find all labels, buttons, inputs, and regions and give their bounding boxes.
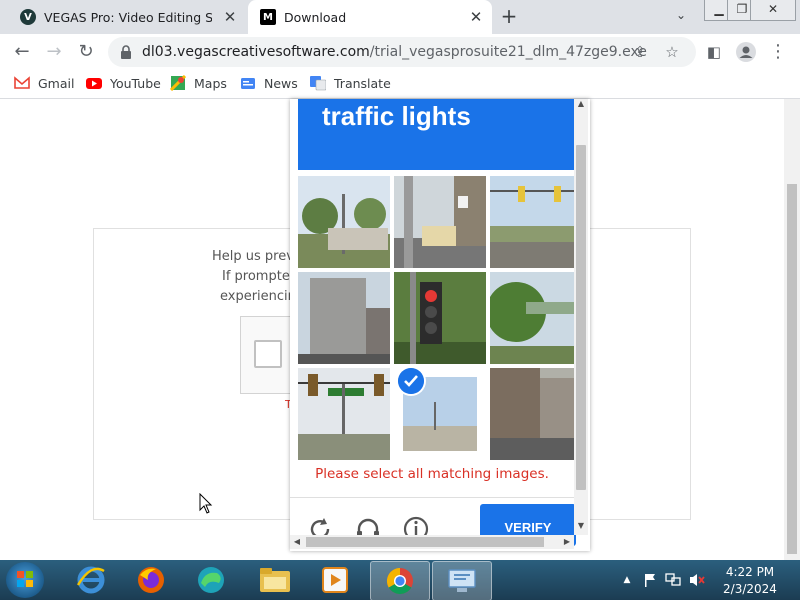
url-path: /trial_vegasprosuite21_dlm_47zge9.exe bbox=[369, 44, 647, 60]
captcha-tile[interactable] bbox=[394, 176, 486, 268]
tile-image bbox=[394, 272, 486, 364]
tile-image bbox=[490, 368, 582, 460]
bookmark-label: YouTube bbox=[110, 75, 161, 91]
side-panel-icon[interactable]: ◧ bbox=[702, 40, 726, 64]
scroll-right-icon[interactable]: ▶ bbox=[560, 535, 574, 549]
youtube-icon bbox=[86, 78, 102, 89]
help-text-line: Help us prev bbox=[212, 249, 294, 264]
translate-icon bbox=[310, 76, 326, 91]
tile-image bbox=[394, 176, 486, 268]
captcha-tile[interactable] bbox=[490, 176, 582, 268]
windows-logo-icon bbox=[17, 571, 33, 587]
action-center-flag-icon[interactable] bbox=[642, 572, 658, 588]
captcha-tile[interactable] bbox=[298, 176, 390, 268]
bookmark-youtube[interactable]: YouTube bbox=[86, 75, 161, 91]
tile-image bbox=[490, 272, 582, 364]
challenge-scrollbar-horizontal[interactable]: ◀ ▶ bbox=[290, 535, 574, 549]
bookmark-gmail[interactable]: Gmail bbox=[14, 75, 74, 91]
address-bar[interactable]: dl03.vegascreativesoftware.com/trial_veg… bbox=[108, 37, 696, 67]
browser-toolbar: ← → ↻ dl03.vegascreativesoftware.com/tri… bbox=[0, 34, 800, 70]
remote-desktop-icon[interactable] bbox=[432, 561, 492, 601]
show-hidden-icons-icon[interactable]: ▲ bbox=[620, 575, 634, 585]
captcha-tile[interactable] bbox=[298, 272, 390, 364]
url-text: dl03.vegascreativesoftware.com/trial_veg… bbox=[142, 44, 647, 60]
bookmark-label: News bbox=[264, 75, 298, 91]
close-window-button[interactable]: ✕ bbox=[750, 0, 796, 21]
scrollbar-thumb[interactable] bbox=[306, 537, 544, 547]
clock-date: 2/3/2024 bbox=[723, 582, 777, 596]
windows-taskbar: ▲ 4:22 PM 2/3/2024 bbox=[0, 560, 800, 601]
new-tab-button[interactable]: + bbox=[498, 5, 520, 27]
tab-vegas-pro[interactable]: V VEGAS Pro: Video Editing Softwa ✕ bbox=[10, 0, 246, 34]
maps-icon bbox=[170, 75, 186, 91]
challenge-scrollbar-vertical[interactable]: ▲ ▼ bbox=[574, 99, 588, 535]
chevron-down-icon[interactable]: ⌄ bbox=[672, 8, 690, 26]
scroll-down-icon[interactable]: ▼ bbox=[574, 521, 588, 530]
taskbar-clock[interactable]: 4:22 PM 2/3/2024 bbox=[712, 564, 788, 598]
news-icon bbox=[241, 78, 255, 89]
bookmark-star-icon[interactable]: ☆ bbox=[662, 42, 682, 62]
bookmark-translate[interactable]: Translate bbox=[310, 75, 391, 91]
page-scrollbar[interactable] bbox=[784, 99, 800, 560]
tab-download[interactable]: M Download ✕ bbox=[248, 0, 492, 34]
tab-strip: V VEGAS Pro: Video Editing Softwa ✕ M Do… bbox=[0, 0, 800, 34]
scroll-up-icon[interactable]: ▲ bbox=[574, 99, 588, 108]
help-text-line: If prompted bbox=[222, 269, 299, 284]
system-tray: ▲ bbox=[620, 560, 706, 600]
scroll-left-icon[interactable]: ◀ bbox=[290, 535, 304, 549]
lock-icon bbox=[121, 45, 131, 59]
profile-avatar-icon[interactable] bbox=[734, 40, 758, 64]
help-text-line: experiencin bbox=[220, 289, 296, 304]
media-player-icon[interactable] bbox=[306, 561, 364, 599]
captcha-checkbox[interactable] bbox=[254, 340, 282, 368]
clock-time: 4:22 PM bbox=[725, 565, 775, 579]
captcha-tile[interactable] bbox=[490, 368, 582, 460]
captcha-tile[interactable] bbox=[298, 368, 390, 460]
reload-icon[interactable]: ↻ bbox=[74, 40, 98, 64]
error-message: Please select all matching images. bbox=[315, 466, 549, 482]
edge-icon[interactable] bbox=[182, 561, 240, 599]
bookmark-label: Gmail bbox=[38, 75, 75, 91]
back-arrow-icon[interactable]: ← bbox=[10, 40, 34, 64]
url-host: dl03.vegascreativesoftware.com bbox=[142, 44, 370, 60]
tab-title: Download bbox=[284, 9, 347, 25]
gmail-icon bbox=[14, 76, 30, 89]
mouse-cursor-icon bbox=[199, 493, 213, 514]
scrollbar-thumb[interactable] bbox=[576, 145, 586, 490]
bookmark-label: Maps bbox=[194, 75, 227, 91]
tile-image bbox=[298, 176, 390, 268]
tile-image bbox=[298, 368, 390, 460]
captcha-challenge-popup: traffic lights Please select all matchin… bbox=[290, 99, 590, 551]
captcha-tile[interactable] bbox=[394, 272, 486, 364]
bookmark-maps[interactable]: Maps bbox=[170, 75, 227, 91]
check-icon bbox=[398, 368, 424, 394]
vegas-v-icon: V bbox=[20, 9, 36, 25]
tile-image bbox=[298, 272, 390, 364]
bookmarks-bar: Gmail YouTube Maps News Translate bbox=[0, 70, 800, 99]
bookmark-label: Translate bbox=[334, 75, 391, 91]
internet-explorer-icon[interactable] bbox=[62, 561, 120, 599]
menu-dots-icon[interactable]: ⋮ bbox=[766, 40, 790, 64]
chrome-icon[interactable] bbox=[370, 561, 430, 601]
tab-title: VEGAS Pro: Video Editing Softwa bbox=[44, 9, 212, 25]
start-button[interactable] bbox=[6, 562, 44, 598]
bookmark-news[interactable]: News bbox=[240, 75, 298, 91]
captcha-tile[interactable] bbox=[490, 272, 582, 364]
page-scrollbar-thumb[interactable] bbox=[787, 184, 797, 554]
share-icon[interactable]: ⇪ bbox=[630, 42, 650, 62]
challenge-prompt: traffic lights bbox=[322, 101, 471, 131]
file-explorer-icon[interactable] bbox=[246, 561, 304, 599]
network-icon[interactable] bbox=[664, 572, 682, 588]
divider bbox=[290, 497, 574, 498]
m-logo-icon: M bbox=[260, 9, 276, 25]
close-tab-icon[interactable]: ✕ bbox=[468, 9, 484, 25]
forward-arrow-icon[interactable]: → bbox=[42, 40, 66, 64]
tile-image bbox=[490, 176, 582, 268]
volume-muted-icon[interactable] bbox=[688, 572, 706, 588]
firefox-icon[interactable] bbox=[122, 561, 180, 599]
challenge-banner: traffic lights bbox=[298, 99, 574, 170]
close-tab-icon[interactable]: ✕ bbox=[222, 9, 238, 25]
